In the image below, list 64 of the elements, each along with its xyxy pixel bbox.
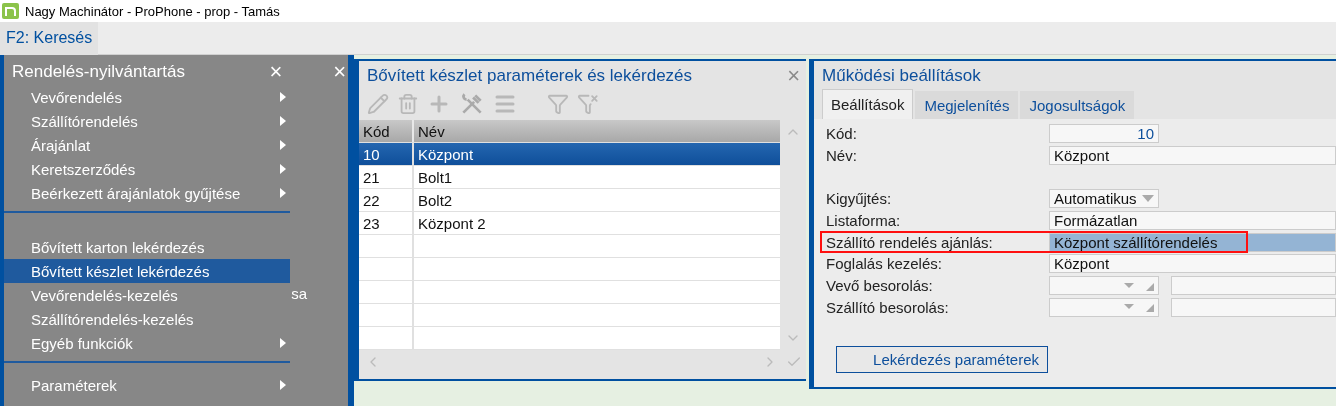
- field-label: Foglalás kezelés:: [826, 255, 943, 273]
- menu-item[interactable]: Beérkezett árajánlatok gyűjtése: [4, 181, 291, 205]
- dropdown-field[interactable]: Automatikus: [1049, 189, 1159, 209]
- close-icon[interactable]: ×: [269, 61, 283, 83]
- filter-icon[interactable]: [547, 93, 569, 115]
- menu-item[interactable]: Árajánlat: [4, 133, 291, 157]
- menu-item[interactable]: Szállítórendelés-kezelés: [4, 307, 291, 331]
- submenu-arrow-icon: [280, 380, 287, 390]
- submenu-arrow-icon: [280, 338, 287, 348]
- caret-icon: [1142, 195, 1154, 203]
- search-button[interactable]: F2: Keresés: [0, 21, 99, 55]
- close-icon[interactable]: ×: [333, 61, 346, 83]
- menu-item[interactable]: Vevőrendelés-kezelés: [4, 283, 291, 307]
- dropdown-field[interactable]: [1049, 276, 1159, 296]
- menu-title: Rendelés-nyilvántartás: [12, 62, 185, 82]
- panel-title: Bővített készlet paraméterek és lekérdezés: [367, 65, 693, 86]
- field-label: Szállító rendelés ajánlás:: [826, 233, 994, 251]
- menu-item[interactable]: Szállítórendelés: [4, 109, 291, 133]
- table-row[interactable]: 23 Központ 2: [359, 212, 781, 235]
- menu-item[interactable]: Paraméterek: [4, 373, 291, 397]
- field-label: Kód:: [826, 125, 858, 143]
- input-field[interactable]: 10: [1049, 124, 1159, 144]
- menu-item[interactable]: Bővített karton lekérdezés: [4, 235, 291, 259]
- input-field[interactable]: Központ: [1049, 254, 1336, 274]
- clear-filter-icon[interactable]: [577, 93, 599, 115]
- pencil-icon[interactable]: [367, 93, 389, 115]
- caret-icon: [1124, 302, 1154, 313]
- dropdown-field[interactable]: [1049, 297, 1159, 317]
- field-label: Név:: [826, 147, 858, 165]
- field-label: Listaforma:: [826, 212, 902, 230]
- tab[interactable]: Megjelenítés: [915, 91, 1019, 119]
- menu-item[interactable]: Egyéb funkciók: [4, 331, 291, 355]
- panel-title: Működési beállítások: [822, 65, 981, 86]
- column-header[interactable]: Név: [414, 120, 781, 142]
- table-row[interactable]: 21 Bolt1: [359, 166, 781, 189]
- input-field[interactable]: Központ: [1049, 146, 1336, 166]
- trash-icon[interactable]: [397, 93, 419, 115]
- table-row[interactable]: 22 Bolt2: [359, 189, 781, 212]
- query-parameters-button[interactable]: Lekérdezés paraméterek: [836, 346, 1048, 374]
- submenu-arrow-icon: [280, 140, 287, 150]
- field-label: Vevő besorolás:: [826, 277, 934, 295]
- table-row[interactable]: 10 Központ: [359, 143, 781, 166]
- submenu-arrow-icon: [280, 116, 287, 126]
- submenu-arrow-icon: [280, 164, 287, 174]
- input-field[interactable]: [1171, 297, 1336, 317]
- window-title: Nagy Machinátor - ProPhone - prop - Tamás: [25, 3, 280, 19]
- menu-item[interactable]: Vevőrendelés: [4, 85, 291, 109]
- menu-item-text: sa: [290, 285, 309, 302]
- menu-item[interactable]: Keretszerződés: [4, 157, 291, 181]
- tab[interactable]: Beállítások: [822, 89, 914, 119]
- table-cell-text: Központ 2: [417, 213, 487, 234]
- table-cell-text: Bolt2: [417, 190, 454, 211]
- tab[interactable]: Jogosultságok: [1020, 91, 1135, 119]
- input-field[interactable]: Központ szállítórendelés: [1049, 232, 1336, 252]
- table-cell-text: Központ: [417, 144, 475, 165]
- menu-item[interactable]: Bővített készlet lekérdezés: [4, 259, 291, 283]
- input-field[interactable]: [1171, 276, 1336, 296]
- input-field[interactable]: Formázatlan: [1049, 211, 1336, 231]
- submenu-arrow-icon: [280, 188, 287, 198]
- caret-icon: [1124, 280, 1154, 291]
- field-label: Szállító besorolás:: [826, 298, 950, 316]
- field-label: Kigyűjtés:: [826, 190, 893, 208]
- submenu-arrow-icon: [280, 92, 287, 102]
- table-cell-text: Bolt1: [417, 167, 454, 188]
